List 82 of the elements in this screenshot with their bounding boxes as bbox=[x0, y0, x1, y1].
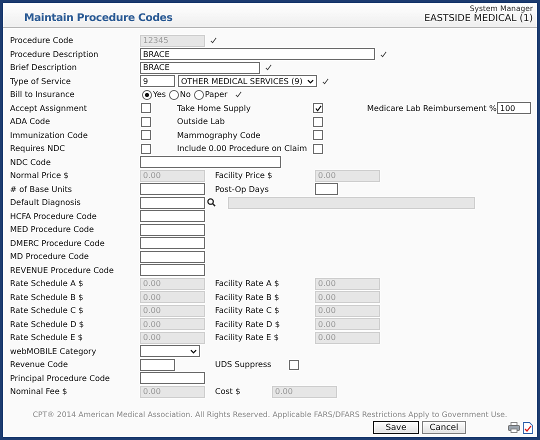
field-label: Facility Price $ bbox=[215, 171, 274, 180]
search-icon[interactable] bbox=[207, 198, 216, 208]
checkbox[interactable] bbox=[289, 360, 299, 370]
field-label: Medicare Lab Reimbursement % bbox=[367, 104, 497, 113]
field-label: Procedure Code bbox=[10, 36, 74, 46]
field-label: DMERC Procedure Code bbox=[10, 238, 106, 248]
field-label: Facility Rate A $ bbox=[215, 279, 280, 288]
radio-button[interactable] bbox=[142, 90, 152, 100]
text-field[interactable] bbox=[140, 156, 281, 168]
field-label: webMOBILE Category bbox=[10, 346, 98, 356]
caret-icon bbox=[190, 348, 197, 354]
field-label: Revenue Code bbox=[10, 360, 69, 370]
field-label: Mammography Code bbox=[177, 130, 262, 140]
amount-field[interactable] bbox=[315, 183, 338, 196]
field-label: Principal Procedure Code bbox=[10, 374, 111, 383]
printer-icon[interactable] bbox=[508, 422, 520, 433]
caret-icon bbox=[307, 78, 314, 84]
field-label: Facility Rate C $ bbox=[215, 306, 280, 316]
text-field[interactable] bbox=[140, 264, 205, 276]
radio-button[interactable] bbox=[194, 90, 204, 100]
checkbox[interactable] bbox=[313, 144, 323, 154]
radio-option[interactable]: Yes bbox=[142, 90, 166, 100]
field-label: HCFA Procedure Code bbox=[10, 212, 98, 221]
field-label: Brief Description bbox=[10, 63, 78, 72]
field-label: Rate Schedule E $ bbox=[10, 333, 84, 342]
radio-option[interactable]: Paper bbox=[194, 90, 228, 100]
checkbox[interactable] bbox=[141, 130, 151, 140]
field-label: Type of Service bbox=[10, 76, 72, 86]
service-dropdown[interactable]: OTHER MEDICAL SERVICES (9) bbox=[178, 75, 317, 88]
field-label: Facility Rate E $ bbox=[215, 333, 280, 342]
field-label: Accept Assignment bbox=[10, 104, 88, 113]
field-label: Immunization Code bbox=[10, 130, 89, 140]
amount-field[interactable] bbox=[140, 183, 205, 196]
field-label: Post-Op Days bbox=[215, 184, 270, 194]
field-label: ADA Code bbox=[10, 117, 51, 126]
field-label: Rate Schedule B $ bbox=[10, 292, 84, 302]
checkbox[interactable] bbox=[313, 116, 323, 127]
page-title: Maintain Procedure Codes bbox=[24, 12, 172, 24]
save-button[interactable]: Save bbox=[373, 421, 419, 434]
code-field[interactable]: 9 bbox=[140, 75, 175, 88]
field-label: # of Base Units bbox=[10, 184, 73, 194]
field-label: MED Procedure Code bbox=[10, 225, 95, 234]
text-field[interactable] bbox=[140, 358, 175, 371]
cancel-button[interactable]: Cancel bbox=[422, 421, 466, 434]
field-label: Rate Schedule D $ bbox=[10, 320, 85, 329]
text-field[interactable] bbox=[140, 196, 205, 209]
field-label: Outside Lab bbox=[177, 117, 226, 126]
text-field[interactable]: BRACE bbox=[140, 48, 375, 60]
field-label: REVENUE Procedure Code bbox=[10, 266, 115, 275]
field-label: Procedure Description bbox=[10, 50, 100, 59]
percent-field[interactable]: 100 bbox=[497, 102, 531, 114]
radio-button[interactable] bbox=[168, 90, 179, 100]
text-field[interactable] bbox=[140, 210, 205, 222]
field-label: Rate Schedule A $ bbox=[10, 279, 84, 288]
checkbox[interactable] bbox=[313, 130, 323, 140]
field-label: Bill to Insurance bbox=[10, 90, 76, 100]
practice-name: EASTSIDE MEDICAL (1) bbox=[424, 13, 533, 24]
field-label: UDS Suppress bbox=[215, 360, 272, 370]
radio-option[interactable]: No bbox=[168, 90, 191, 100]
field-label: MD Procedure Code bbox=[10, 252, 90, 262]
field-label: Normal Price $ bbox=[10, 171, 70, 180]
field-label: Take Home Supply bbox=[177, 104, 252, 113]
field-label: Nominal Fee $ bbox=[10, 387, 68, 396]
field-label: Cost $ bbox=[215, 387, 242, 396]
field-label: Rate Schedule C $ bbox=[10, 306, 84, 316]
field-label: Include 0.00 Procedure on Claim bbox=[177, 144, 308, 154]
field-label: Requires NDC bbox=[10, 144, 66, 154]
text-field[interactable] bbox=[140, 372, 205, 384]
checkbox[interactable] bbox=[141, 144, 151, 154]
text-field[interactable] bbox=[140, 250, 205, 263]
text-field[interactable] bbox=[140, 237, 205, 250]
field-label: NDC Code bbox=[10, 158, 52, 167]
field-label: Facility Rate D $ bbox=[215, 320, 281, 329]
text-field[interactable]: BRACE bbox=[140, 62, 260, 74]
text-field[interactable] bbox=[140, 224, 205, 236]
document-icon[interactable] bbox=[523, 422, 533, 434]
category-dropdown[interactable] bbox=[140, 345, 200, 358]
field-label: Default Diagnosis bbox=[10, 198, 82, 208]
field-label: Facility Rate B $ bbox=[215, 292, 280, 302]
checkbox[interactable] bbox=[141, 103, 151, 114]
checkbox[interactable] bbox=[141, 116, 151, 127]
checkbox[interactable] bbox=[313, 103, 323, 114]
